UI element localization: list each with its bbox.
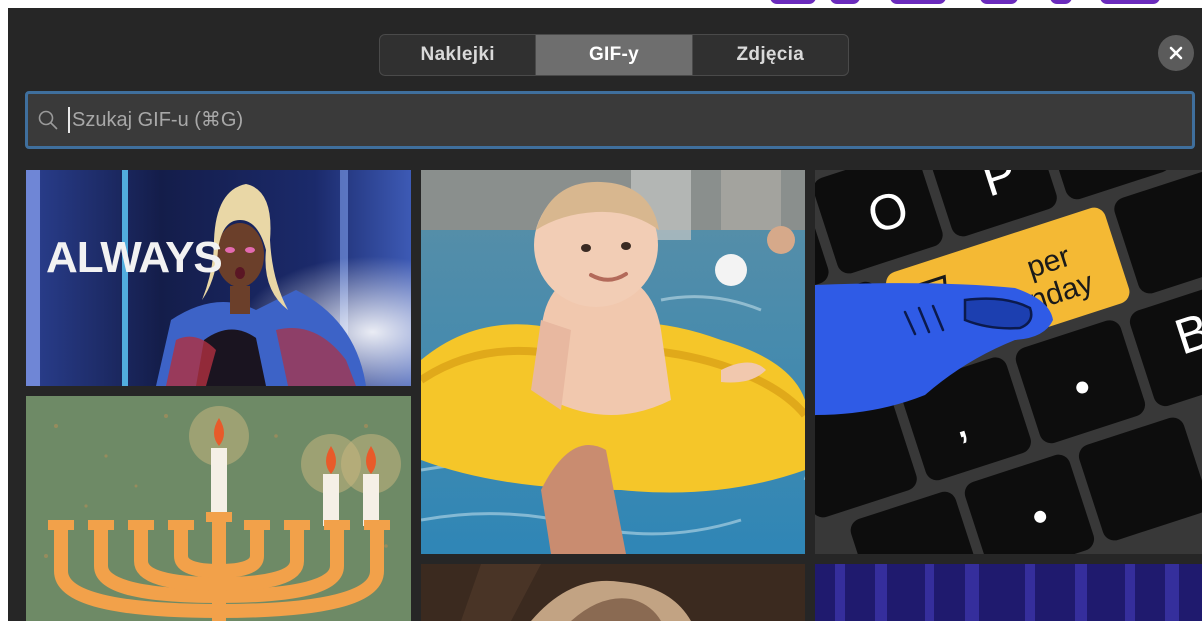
tab-gifs[interactable]: GIF-y xyxy=(536,35,693,75)
gif-tile-menorah[interactable] xyxy=(26,396,411,621)
gif-partial-blue-image xyxy=(815,564,1202,621)
gif-partial-brown-image xyxy=(421,564,805,621)
gif-search-input[interactable] xyxy=(72,94,1192,146)
gif-tile-partial-blue[interactable] xyxy=(815,564,1202,621)
media-type-tabs: Naklejki GIF-y Zdjęcia xyxy=(379,34,849,76)
window-top-edge xyxy=(0,0,1202,8)
search-icon xyxy=(28,94,68,146)
media-picker-panel: Naklejki GIF-y Zdjęcia Szukaj GIF-u (⌘G)… xyxy=(8,8,1202,621)
text-caret xyxy=(68,107,70,133)
gif-keyboard-image: O P H / , B per nday xyxy=(815,170,1202,554)
gif-menorah-image xyxy=(26,396,411,621)
gif-caption-text: ALWAYS xyxy=(46,233,222,282)
gif-tile-partial-brown[interactable] xyxy=(421,564,805,621)
tab-stickers[interactable]: Naklejki xyxy=(380,35,537,75)
gif-tile-baby-pool[interactable] xyxy=(421,170,805,554)
header-decoration xyxy=(760,0,1190,6)
tab-photos[interactable]: Zdjęcia xyxy=(693,35,848,75)
gif-search-bar xyxy=(25,91,1195,149)
gif-tile-always[interactable]: ALWAYS xyxy=(26,170,411,386)
gif-tile-keyboard[interactable]: O P H / , B per nday xyxy=(815,170,1202,554)
close-button[interactable] xyxy=(1158,35,1194,71)
gif-always-image: ALWAYS xyxy=(26,170,411,386)
gif-baby-pool-image xyxy=(421,170,805,554)
close-icon xyxy=(1169,46,1183,60)
